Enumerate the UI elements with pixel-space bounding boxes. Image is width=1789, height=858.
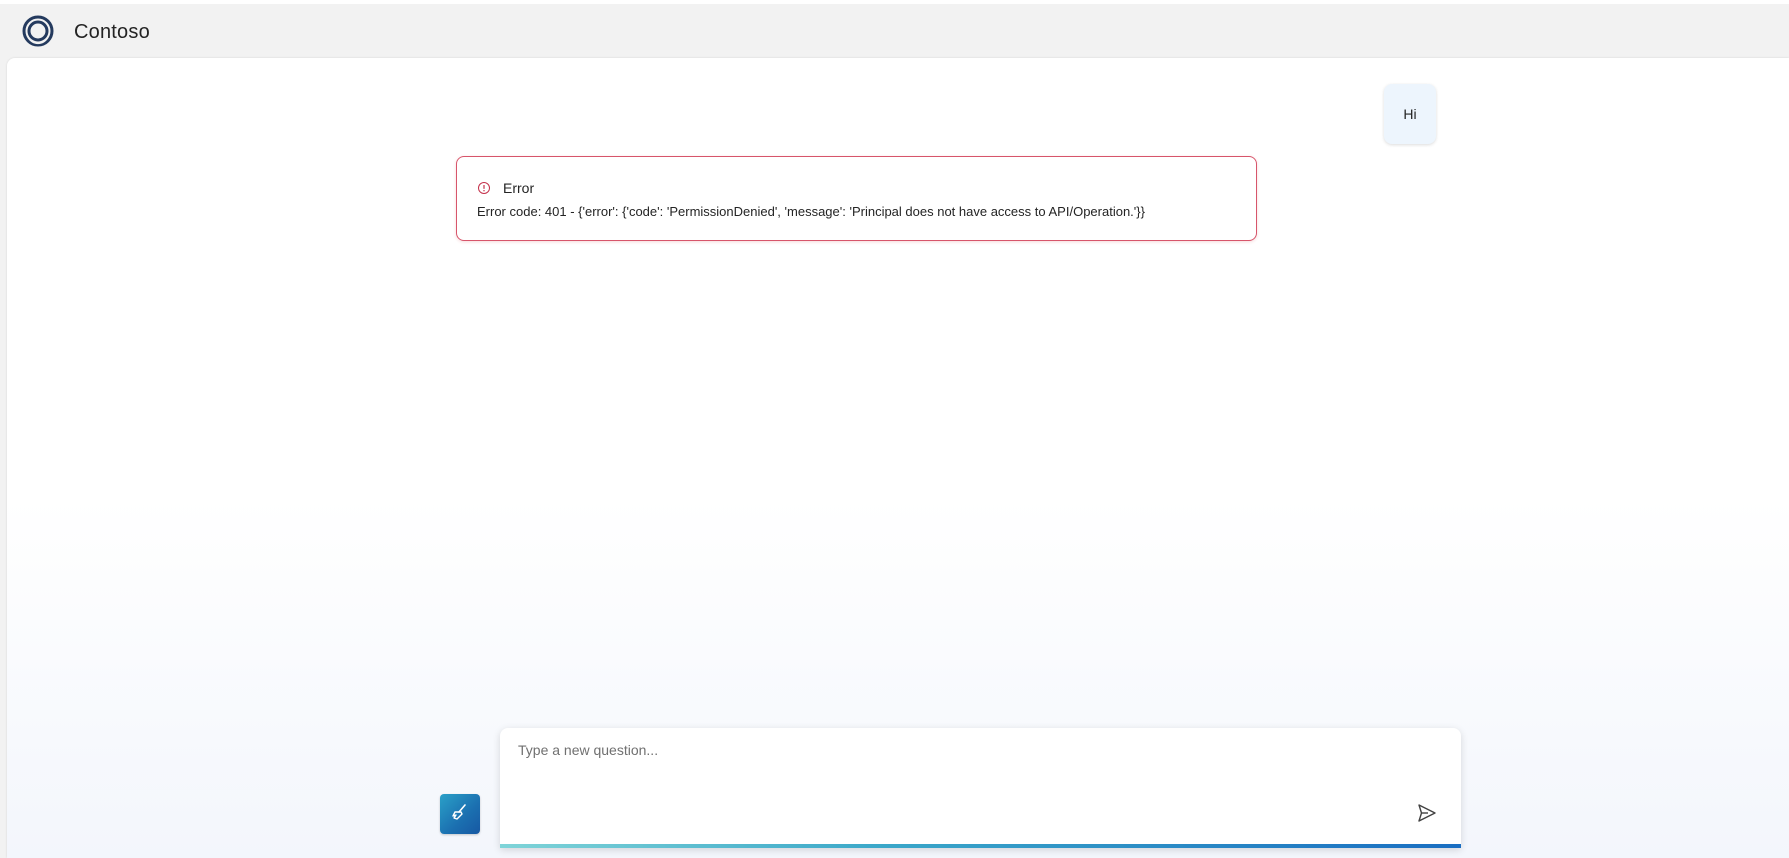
user-message-bubble: Hi <box>1384 84 1436 144</box>
brand-name: Contoso <box>74 21 150 43</box>
error-message-text: Error code: 401 - {'error': {'code': 'Pe… <box>477 204 1145 219</box>
send-icon <box>1416 802 1438 829</box>
error-header: Error <box>477 179 534 197</box>
user-message-text: Hi <box>1403 106 1417 122</box>
app-header: Contoso <box>0 4 1789 58</box>
composer-accent-bar <box>500 844 1461 848</box>
error-circle-icon <box>477 181 491 195</box>
question-input[interactable] <box>518 742 1418 802</box>
error-message-card: Error Error code: 401 - {'error': {'code… <box>456 156 1257 241</box>
broom-icon <box>450 802 470 827</box>
clear-chat-button[interactable] <box>440 794 480 834</box>
question-composer <box>500 728 1461 848</box>
send-button[interactable] <box>1412 800 1442 830</box>
contoso-logo-icon <box>22 15 54 47</box>
error-title: Error <box>503 180 535 196</box>
